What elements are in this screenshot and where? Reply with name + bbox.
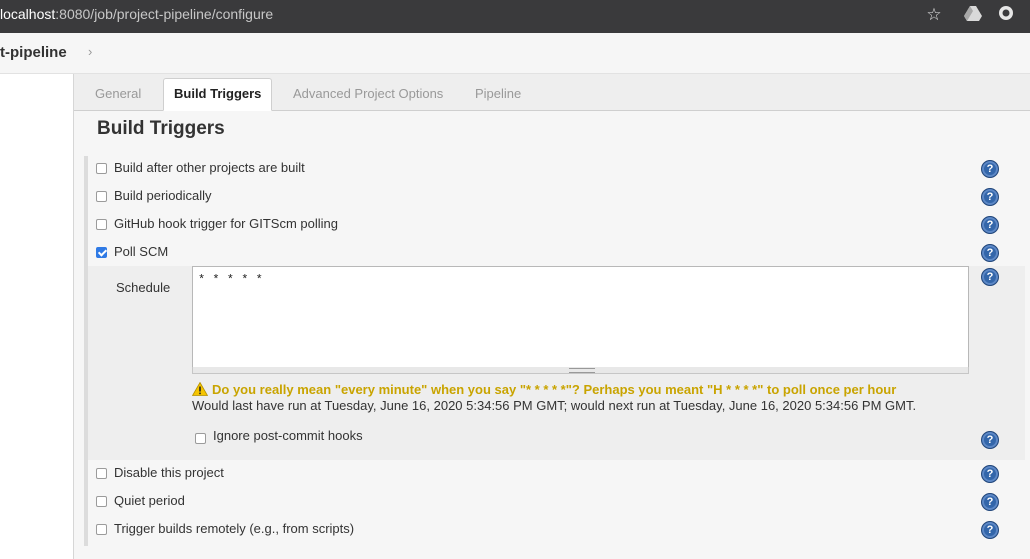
left-margin	[0, 74, 73, 559]
option-label: Trigger builds remotely (e.g., from scri…	[114, 521, 355, 536]
star-icon[interactable]: ☆	[924, 5, 944, 25]
trigger-build-after-other-projects: Build after other projects are built ?	[88, 157, 1025, 181]
poll-scm-config: Schedule * * * * * ? Do you really mean …	[88, 266, 1025, 460]
disable-project-checkbox[interactable]	[96, 468, 107, 479]
option-trigger-remotely: Trigger builds remotely (e.g., from scri…	[88, 518, 1025, 542]
section-title: Build Triggers	[97, 118, 225, 139]
trigger-build-periodically: Build periodically ?	[88, 185, 1025, 209]
trigger-github-hook: GitHub hook trigger for GITScm polling ?	[88, 213, 1025, 237]
textarea-resize-handle[interactable]	[192, 367, 969, 374]
github-hook-checkbox[interactable]	[96, 219, 107, 230]
address-bar[interactable]: localhost:8080/job/project-pipeline/conf…	[0, 6, 273, 22]
trigger-label: Build periodically	[114, 188, 212, 203]
breadcrumb-chevron-icon[interactable]: ›	[88, 44, 92, 59]
schedule-label: Schedule	[116, 280, 171, 295]
help-icon[interactable]: ?	[981, 493, 999, 511]
trigger-remotely-checkbox[interactable]	[96, 524, 107, 535]
config-tabs: General Build Triggers Advanced Project …	[74, 74, 1030, 111]
option-label: Quiet period	[114, 493, 185, 508]
tab-build-triggers[interactable]: Build Triggers	[163, 78, 273, 111]
schedule-textarea[interactable]: * * * * *	[192, 266, 969, 368]
build-periodically-checkbox[interactable]	[96, 191, 107, 202]
help-icon[interactable]: ?	[981, 268, 999, 286]
schedule-run-info: Would last have run at Tuesday, June 16,…	[192, 398, 917, 413]
breadcrumb-job[interactable]: t-pipeline	[0, 44, 67, 61]
ignore-post-commit-hooks-checkbox[interactable]	[195, 433, 206, 444]
help-icon[interactable]: ?	[981, 521, 999, 539]
schedule-warning: Do you really mean "every minute" when y…	[192, 380, 896, 397]
warning-text: Do you really mean "every minute" when y…	[212, 382, 897, 397]
trigger-label: Build after other projects are built	[114, 160, 305, 175]
help-icon[interactable]: ?	[981, 216, 999, 234]
warning-icon	[192, 382, 208, 396]
tab-advanced-project-options[interactable]: Advanced Project Options	[283, 79, 453, 110]
trigger-poll-scm: Poll SCM ?	[88, 241, 1025, 265]
build-triggers-list: Build after other projects are built ? B…	[84, 156, 1025, 546]
ignore-post-commit-hooks-label: Ignore post-commit hooks	[213, 428, 363, 443]
extension-icon[interactable]	[996, 5, 1016, 25]
option-quiet-period: Quiet period ?	[88, 490, 1025, 514]
help-icon[interactable]: ?	[981, 160, 999, 178]
poll-scm-checkbox[interactable]	[96, 247, 107, 258]
trigger-label: GitHub hook trigger for GITScm polling	[114, 216, 338, 231]
quiet-period-checkbox[interactable]	[96, 496, 107, 507]
browser-url-bar: localhost:8080/job/project-pipeline/conf…	[0, 0, 1030, 33]
tab-pipeline[interactable]: Pipeline	[465, 79, 531, 110]
help-icon[interactable]: ?	[981, 244, 999, 262]
url-host: localhost	[0, 6, 56, 22]
help-icon[interactable]: ?	[981, 431, 999, 449]
help-icon[interactable]: ?	[981, 188, 999, 206]
tab-general[interactable]: General	[85, 79, 151, 110]
build-after-checkbox[interactable]	[96, 163, 107, 174]
drive-icon[interactable]	[963, 5, 983, 25]
config-panel: General Build Triggers Advanced Project …	[73, 74, 1030, 559]
trigger-label: Poll SCM	[114, 244, 169, 259]
option-label: Disable this project	[114, 465, 224, 480]
ignore-post-commit-hooks-row: Ignore post-commit hooks	[192, 427, 982, 449]
url-path: :8080/job/project-pipeline/configure	[55, 6, 274, 22]
option-disable-project: Disable this project ?	[88, 462, 1025, 486]
breadcrumb-bar: t-pipeline ›	[0, 33, 1030, 74]
help-icon[interactable]: ?	[981, 465, 999, 483]
